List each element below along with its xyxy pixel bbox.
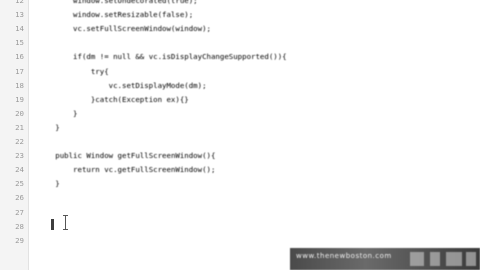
line-number: 20 — [15, 108, 24, 118]
code-text[interactable]: window.setUndecorated(true); — [73, 0, 198, 8]
code-text[interactable]: window.setResizable(false); — [73, 8, 193, 22]
code-line[interactable]: 25} — [0, 177, 480, 191]
ibeam-cursor-icon — [63, 215, 69, 230]
code-text[interactable]: } — [73, 107, 77, 121]
code-text[interactable]: if(dm != null && vc.isDisplayChangeSuppo… — [73, 50, 287, 64]
video-watermark: www.thenewboston.com — [290, 248, 480, 270]
code-line[interactable]: 26 — [0, 191, 480, 205]
code-line[interactable]: 21} — [0, 121, 480, 135]
line-number: 26 — [15, 193, 24, 203]
code-text[interactable]: }catch(Exception ex){} — [91, 93, 189, 107]
code-text[interactable]: vc.setDisplayMode(dm); — [109, 79, 207, 93]
code-line[interactable]: 24 return vc.getFullScreenWindow(); — [0, 163, 480, 177]
line-number: 17 — [15, 66, 24, 76]
code-line[interactable]: 23 public Window getFullScreenWindow(){ — [0, 149, 480, 163]
code-line[interactable]: 18 vc.setDisplayMode(dm); — [0, 79, 480, 93]
line-number: 12 — [15, 0, 24, 5]
line-number: 18 — [15, 80, 24, 90]
code-line[interactable]: 17 try{ — [0, 65, 480, 79]
code-line[interactable]: 20} — [0, 107, 480, 121]
code-line[interactable]: 19 }catch(Exception ex){} — [0, 93, 480, 107]
line-number: 23 — [15, 151, 24, 161]
line-number: 24 — [15, 165, 24, 175]
code-text[interactable]: vc.setFullScreenWindow(window); — [73, 22, 211, 36]
code-line[interactable]: 12 window.setUndecorated(true); — [0, 0, 480, 8]
line-number: 29 — [15, 235, 24, 245]
code-text[interactable]: } — [55, 121, 59, 135]
line-number: 13 — [15, 10, 24, 20]
text-caret — [51, 219, 54, 230]
code-line[interactable]: 16 if(dm != null && vc.isDisplayChangeSup… — [0, 50, 480, 64]
line-number: 27 — [15, 207, 24, 217]
line-number: 25 — [15, 179, 24, 189]
line-number: 15 — [15, 38, 24, 48]
code-line[interactable]: 14 vc.setFullScreenWindow(window); — [0, 22, 480, 36]
watermark-text: www.thenewboston.com — [296, 252, 392, 260]
line-number: 28 — [15, 221, 24, 231]
line-number: 19 — [15, 94, 24, 104]
line-number: 22 — [15, 137, 24, 146]
code-line[interactable]: 29 — [0, 234, 480, 248]
code-line[interactable]: 15 — [0, 36, 480, 50]
line-number: 16 — [15, 52, 24, 62]
line-number: 14 — [15, 24, 24, 34]
code-line[interactable]: 28 — [0, 220, 480, 234]
code-line[interactable]: 27 — [0, 206, 480, 220]
code-line[interactable]: 13 window.setResizable(false); — [0, 8, 480, 22]
code-text[interactable]: try{ — [91, 65, 109, 79]
code-text[interactable]: } — [55, 177, 59, 191]
code-line[interactable]: 22 — [0, 135, 480, 149]
code-editor[interactable]: 12 window.setUndecorated(true); 13 window.s… — [0, 0, 480, 270]
code-text[interactable]: public Window getFullScreenWindow(){ — [55, 149, 215, 163]
line-number: 21 — [15, 122, 24, 132]
code-text[interactable]: return vc.getFullScreenWindow(); — [73, 163, 215, 177]
